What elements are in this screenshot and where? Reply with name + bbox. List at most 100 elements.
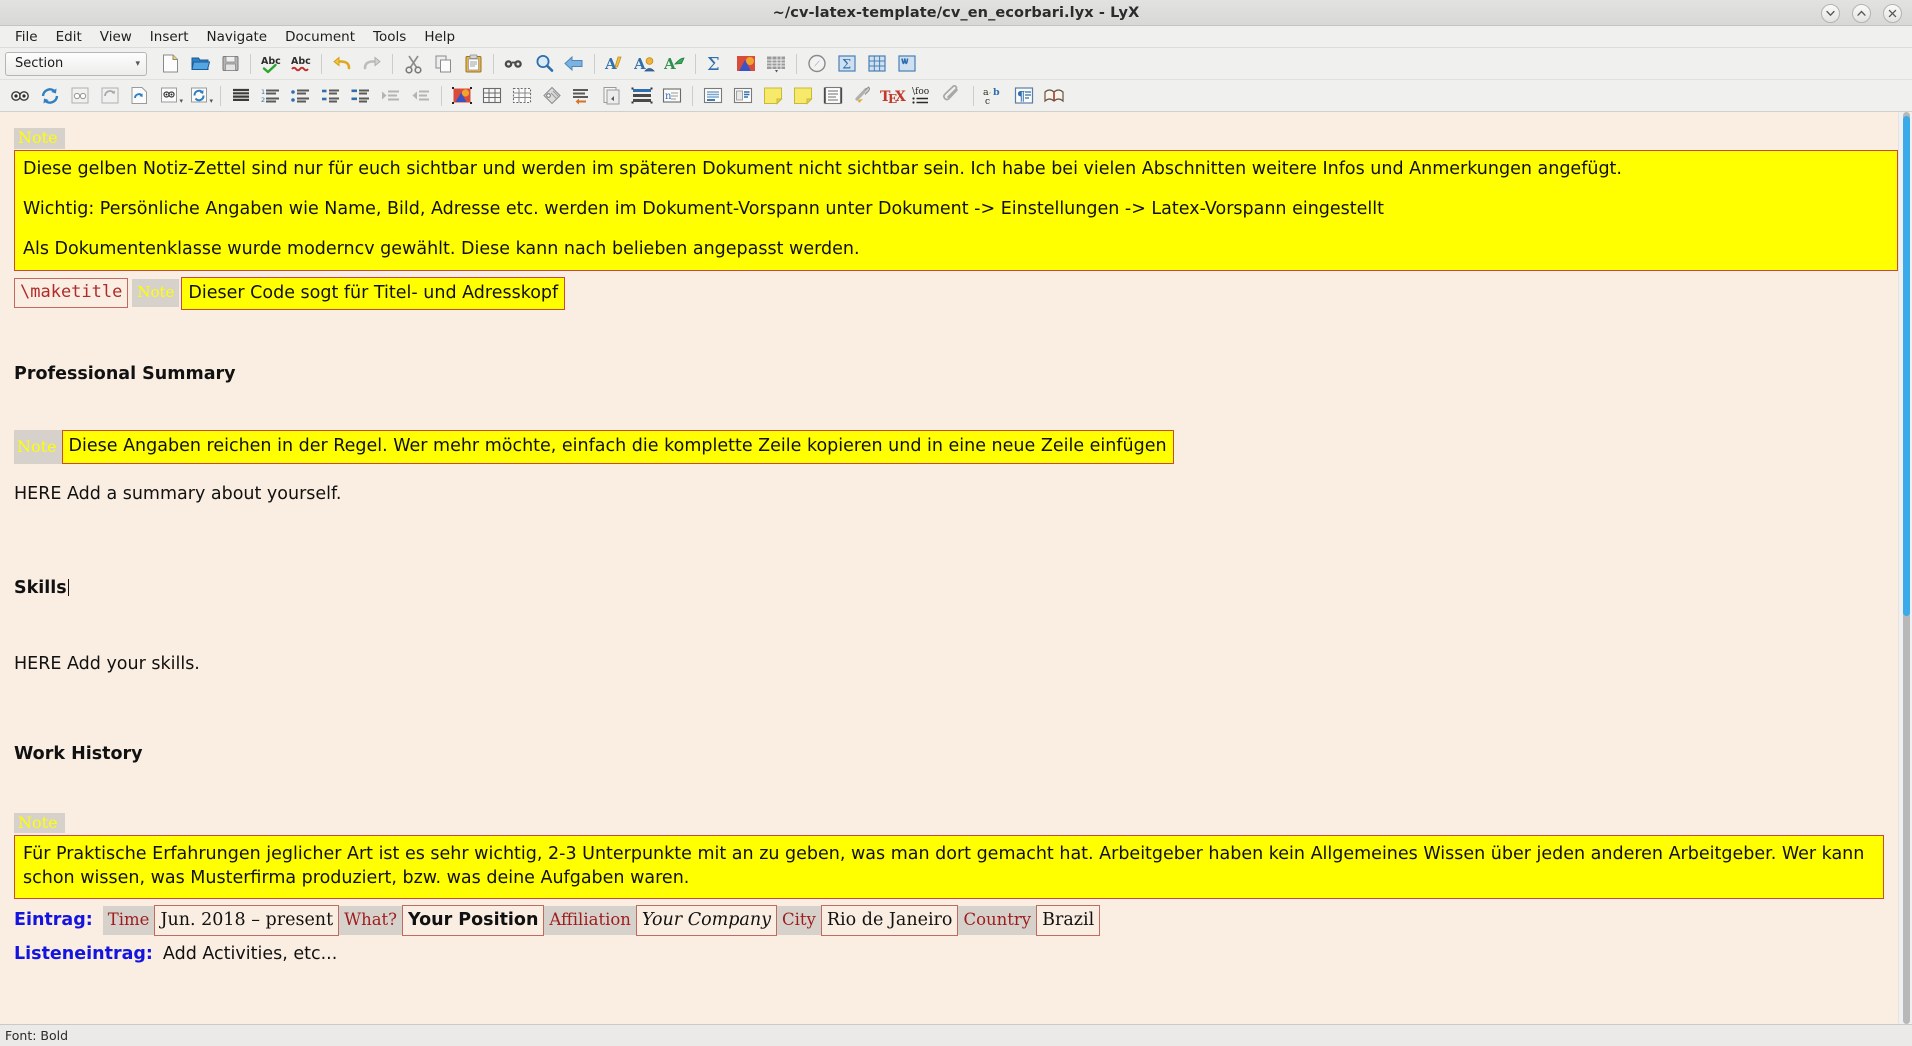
redo-icon[interactable]	[358, 51, 386, 77]
paste-icon[interactable]	[459, 51, 487, 77]
view-other-format-icon[interactable]	[126, 83, 154, 109]
note-label[interactable]: Note	[14, 128, 65, 149]
vertical-scrollbar[interactable]	[1898, 112, 1912, 1024]
cv-field-name-what[interactable]: What?	[339, 905, 403, 936]
back-icon[interactable]	[560, 51, 588, 77]
section-heading-professional-summary[interactable]: Professional Summary	[14, 362, 1898, 386]
insert-index-entry-icon[interactable]: a , b c	[980, 83, 1008, 109]
review-panel-icon[interactable]	[893, 51, 921, 77]
insert-tex-code-icon[interactable]: T E X	[879, 83, 907, 109]
cv-list-entry-value[interactable]: Add Activities, etc...	[163, 942, 337, 966]
math-inline-icon[interactable]: Σ	[702, 51, 730, 77]
scrollbar-thumb[interactable]	[1903, 116, 1910, 616]
note-body[interactable]: Dieser Code sogt für Titel- und Adressko…	[181, 276, 566, 310]
tex-code-inset[interactable]: \maketitle	[14, 277, 129, 309]
menu-document[interactable]: Document	[276, 27, 364, 47]
find-replace-icon[interactable]	[500, 51, 528, 77]
cv-field-name-city[interactable]: City	[777, 905, 821, 936]
minimize-button[interactable]	[1821, 3, 1840, 23]
insert-note-icon[interactable]	[759, 83, 787, 109]
cv-field-name-affiliation[interactable]: Affiliation	[544, 905, 636, 936]
paragraph-settings-icon[interactable]: ¶	[1010, 83, 1038, 109]
math-panel-icon[interactable]: Σ	[833, 51, 861, 77]
insert-box-icon[interactable]	[628, 83, 656, 109]
view-dropdown-icon[interactable]: ▾	[156, 83, 184, 109]
numbered-list-icon[interactable]: 1 2	[257, 83, 285, 109]
body-paragraph-summary[interactable]: HERE Add a summary about yourself.	[14, 482, 1898, 506]
cv-field-value-affiliation[interactable]: Your Company	[635, 904, 778, 937]
menu-help[interactable]: Help	[415, 27, 464, 47]
note-body[interactable]: Für Praktische Erfahrungen jeglicher Art…	[14, 834, 1884, 899]
cv-field-name-time[interactable]: Time	[102, 905, 155, 936]
insert-graphics-icon[interactable]	[448, 83, 476, 109]
insert-footnote-icon[interactable]	[568, 83, 596, 109]
view-document-icon[interactable]	[6, 83, 34, 109]
section-heading-skills[interactable]: Skills	[14, 576, 1898, 600]
spellcheck-icon[interactable]: Abc	[257, 51, 285, 77]
graphics-icon[interactable]	[732, 51, 760, 77]
bullet-list-icon[interactable]	[287, 83, 315, 109]
cv-field-value-city[interactable]: Rio de Janeiro	[820, 904, 959, 937]
body-paragraph-skills[interactable]: HERE Add your skills.	[14, 652, 1898, 676]
cv-field-value-country[interactable]: Brazil	[1036, 904, 1101, 937]
increase-depth-icon[interactable]	[377, 83, 405, 109]
menu-insert[interactable]: Insert	[141, 27, 198, 47]
standard-paragraph-icon[interactable]	[227, 83, 255, 109]
cv-entry-row[interactable]: Eintrag: Time Jun. 2018 – present What? …	[14, 904, 1898, 937]
insert-attachment-icon[interactable]	[939, 83, 967, 109]
menu-view[interactable]: View	[91, 27, 141, 47]
menu-edit[interactable]: Edit	[47, 27, 91, 47]
open-document-icon[interactable]	[186, 51, 214, 77]
note-label[interactable]: Note	[14, 812, 65, 834]
update-master-icon[interactable]	[96, 83, 124, 109]
menu-navigate[interactable]: Navigate	[198, 27, 277, 47]
view-master-icon[interactable]	[66, 83, 94, 109]
note-body[interactable]: Diese gelben Notiz-Zettel sind nur für e…	[14, 150, 1898, 271]
maketitle-row[interactable]: \maketitle Note Dieser Code sogt für Tit…	[14, 276, 1898, 310]
cv-field-value-time[interactable]: Jun. 2018 – present	[154, 904, 340, 937]
menu-file[interactable]: File	[6, 27, 47, 47]
insert-label-icon[interactable]	[538, 83, 566, 109]
maximize-button[interactable]	[1852, 3, 1871, 23]
labeling-list-icon[interactable]	[347, 83, 375, 109]
section-heading-work-history[interactable]: Work History	[14, 742, 1898, 766]
zoom-icon[interactable]	[530, 51, 558, 77]
update-document-icon[interactable]	[36, 83, 64, 109]
insert-note2-icon[interactable]	[789, 83, 817, 109]
note-inset-3[interactable]: Note Für Praktische Erfahrungen jegliche…	[14, 811, 1898, 899]
insert-listing-icon[interactable]	[819, 83, 847, 109]
cv-field-value-what[interactable]: Your Position	[402, 904, 545, 937]
insert-table-icon[interactable]	[478, 83, 506, 109]
description-list-icon[interactable]	[317, 83, 345, 109]
insert-nomenclature-icon[interactable]: n	[658, 83, 686, 109]
save-document-icon[interactable]	[216, 51, 244, 77]
insert-float-icon[interactable]	[699, 83, 727, 109]
table-icon[interactable]	[762, 51, 790, 77]
close-button[interactable]	[1883, 3, 1902, 23]
cv-field-name-country[interactable]: Country	[958, 905, 1037, 936]
insert-marginnote-icon[interactable]	[598, 83, 626, 109]
cv-list-entry-row[interactable]: Listeneintrag: Add Activities, etc...	[14, 942, 1898, 966]
paragraph-layout-combo[interactable]: Section ▾	[5, 51, 147, 76]
note-inset-1[interactable]: Note Diese gelben Notiz-Zettel sind nur …	[14, 126, 1898, 271]
new-document-icon[interactable]	[156, 51, 184, 77]
menu-tools[interactable]: Tools	[364, 27, 415, 47]
insert-table2-icon[interactable]	[508, 83, 536, 109]
decrease-depth-icon[interactable]	[407, 83, 435, 109]
update-dropdown-icon[interactable]: ▾	[186, 83, 214, 109]
insert-wrapfloat-icon[interactable]	[729, 83, 757, 109]
change-tracking-icon[interactable]: A	[631, 51, 659, 77]
accept-change-icon[interactable]: A	[661, 51, 689, 77]
insert-macro-icon[interactable]: \foo	[909, 83, 937, 109]
undo-icon[interactable]	[328, 51, 356, 77]
note-label[interactable]: Note	[14, 429, 62, 464]
thesaurus-icon[interactable]: Abc	[287, 51, 315, 77]
note-inset-2[interactable]: Note Diese Angaben reichen in der Regel.…	[14, 429, 1898, 464]
table-panel-icon[interactable]	[863, 51, 891, 77]
copy-icon[interactable]	[429, 51, 457, 77]
text-style-icon[interactable]: A	[601, 51, 629, 77]
cut-icon[interactable]	[399, 51, 427, 77]
document-canvas[interactable]: Note Diese gelben Notiz-Zettel sind nur …	[0, 112, 1898, 1024]
insert-hyperlink-icon[interactable]	[849, 83, 877, 109]
insert-bibliography-icon[interactable]	[1040, 83, 1068, 109]
